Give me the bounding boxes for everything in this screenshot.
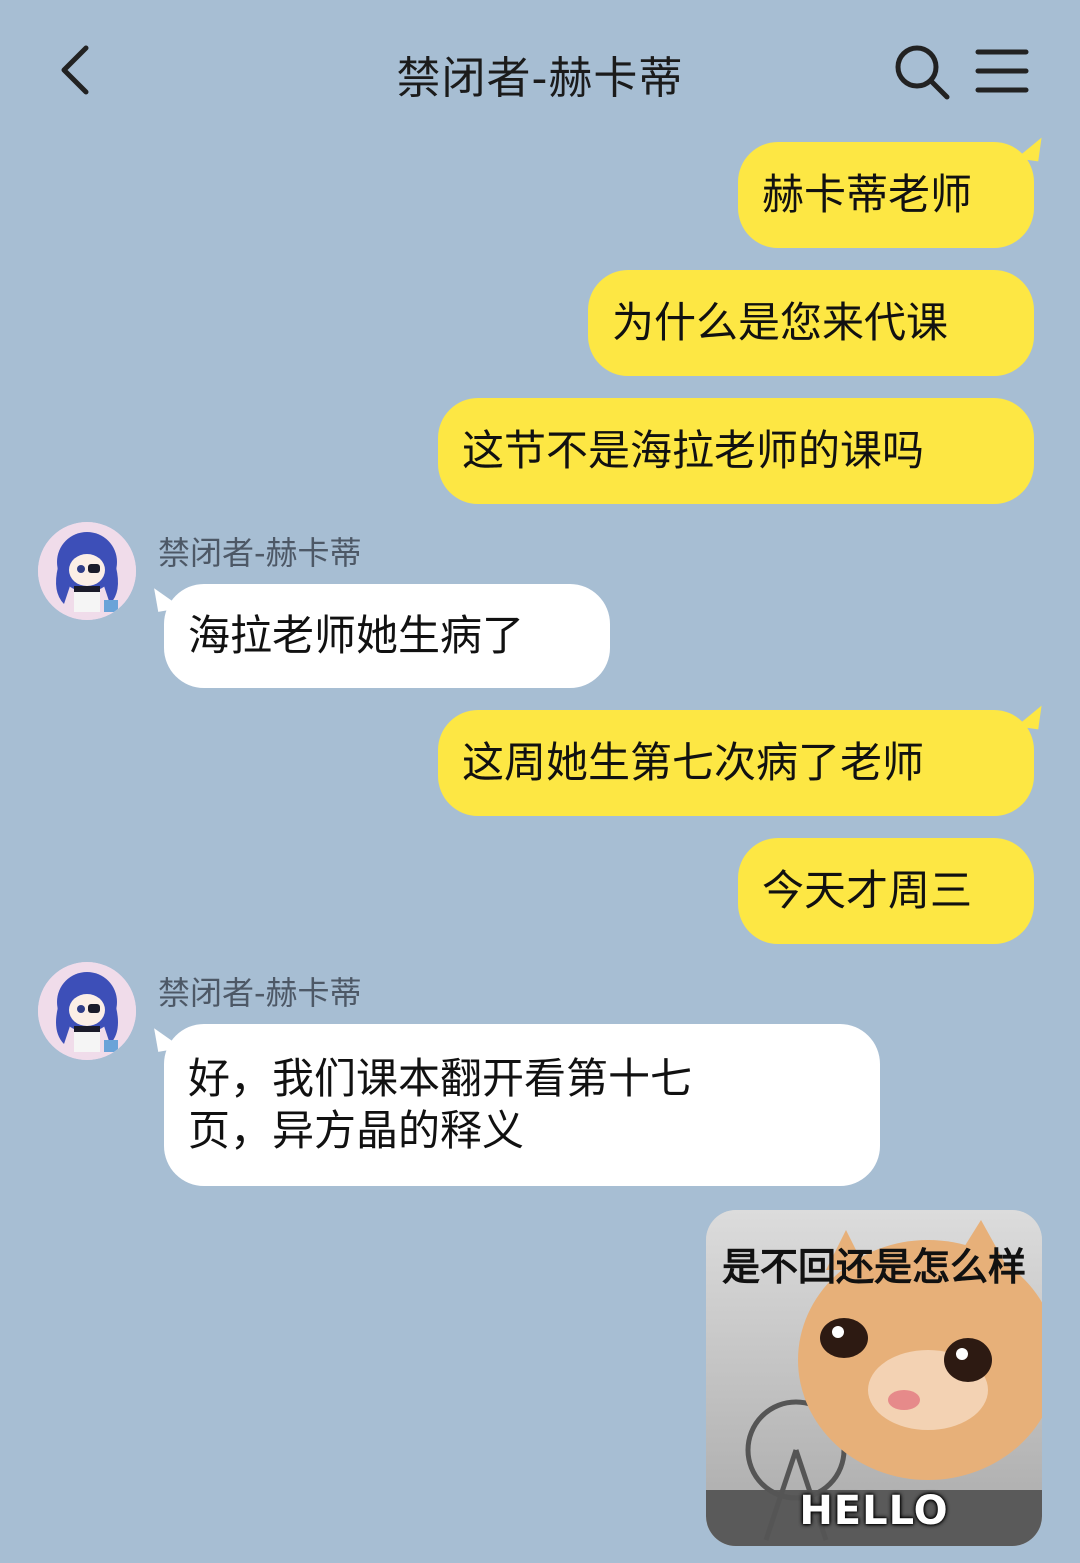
outgoing-message[interactable]: 赫卡蒂老师 xyxy=(738,134,1042,248)
message-text: 今天才周三 xyxy=(762,866,973,915)
bubble-tail xyxy=(1016,702,1042,730)
avatar-image xyxy=(38,522,136,620)
avatar[interactable] xyxy=(38,962,136,1060)
sticker-caption: 是不回还是怎么样 xyxy=(721,1245,1026,1289)
bubble-tail xyxy=(154,1024,182,1052)
bubble-tail xyxy=(1016,134,1042,162)
message-text: 这节不是海拉老师的课吗 xyxy=(462,426,925,475)
sticker-bottom-text: HELLO xyxy=(799,1488,949,1534)
message-text: 海拉老师她生病了 xyxy=(188,611,525,660)
avatar-image xyxy=(38,962,136,1060)
incoming-message[interactable]: 海拉老师她生病了 xyxy=(154,584,610,688)
top-bar: 禁闭者-赫卡蒂 xyxy=(0,0,1080,140)
sender-name: 禁闭者-赫卡蒂 xyxy=(158,534,362,572)
message-text-line-2: 页，异方晶的释义 xyxy=(188,1106,525,1155)
outgoing-message[interactable]: 为什么是您来代课 xyxy=(588,270,1034,376)
outgoing-message[interactable]: 这节不是海拉老师的课吗 xyxy=(438,398,1034,504)
avatar[interactable] xyxy=(38,522,136,620)
message-text: 这周她生第七次病了老师 xyxy=(462,738,925,787)
message-text: 赫卡蒂老师 xyxy=(762,170,973,219)
outgoing-message[interactable]: 今天才周三 xyxy=(738,838,1034,944)
incoming-message[interactable]: 好，我们课本翻开看第十七 页，异方晶的释义 xyxy=(154,1024,880,1186)
message-text-line-1: 好，我们课本翻开看第十七 xyxy=(188,1054,693,1103)
sender-name: 禁闭者-赫卡蒂 xyxy=(158,974,362,1012)
menu-icon[interactable] xyxy=(974,46,1030,96)
search-icon[interactable] xyxy=(892,42,952,102)
sticker-image[interactable]: 是不回还是怎么样 HELLO xyxy=(706,1210,1042,1546)
message-text: 为什么是您来代课 xyxy=(612,298,949,347)
bubble-tail xyxy=(154,584,182,612)
outgoing-message[interactable]: 这周她生第七次病了老师 xyxy=(438,702,1042,816)
